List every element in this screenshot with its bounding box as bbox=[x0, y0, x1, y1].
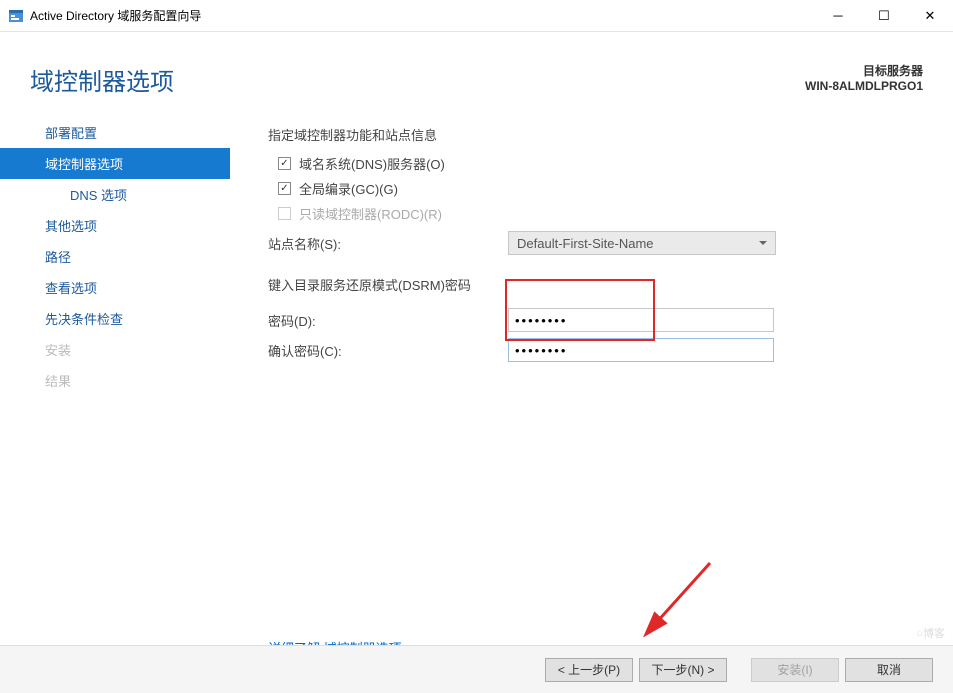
checkbox-rodc-label: 只读域控制器(RODC)(R) bbox=[299, 204, 442, 223]
page-title: 域控制器选项 bbox=[30, 62, 174, 97]
target-server-name: WIN-8ALMDLPRGO1 bbox=[805, 79, 923, 93]
window-title: Active Directory 域服务配置向导 bbox=[30, 7, 201, 24]
site-name-value: Default-First-Site-Name bbox=[517, 236, 654, 251]
step-prerequisites-check[interactable]: 先决条件检查 bbox=[0, 303, 230, 334]
minimize-button[interactable]: ─ bbox=[815, 0, 861, 32]
header: 域控制器选项 目标服务器 WIN-8ALMDLPRGO1 bbox=[0, 32, 953, 107]
titlebar: Active Directory 域服务配置向导 ─ ☐ ✕ bbox=[0, 0, 953, 32]
install-button: 安装(I) bbox=[751, 658, 839, 682]
close-button[interactable]: ✕ bbox=[907, 0, 953, 32]
step-paths[interactable]: 路径 bbox=[0, 241, 230, 272]
previous-button[interactable]: < 上一步(P) bbox=[545, 658, 633, 682]
step-dc-options[interactable]: 域控制器选项 bbox=[0, 148, 230, 179]
cancel-button[interactable]: 取消 bbox=[845, 658, 933, 682]
target-server-label: 目标服务器 bbox=[805, 62, 923, 79]
maximize-button[interactable]: ☐ bbox=[861, 0, 907, 32]
checkbox-gc[interactable] bbox=[278, 182, 291, 195]
step-results: 结果 bbox=[0, 365, 230, 396]
checkbox-gc-label: 全局编录(GC)(G) bbox=[299, 179, 398, 198]
step-review-options[interactable]: 查看选项 bbox=[0, 272, 230, 303]
dsrm-label: 键入目录服务还原模式(DSRM)密码 bbox=[268, 275, 913, 294]
checkbox-dns[interactable] bbox=[278, 157, 291, 170]
confirm-password-label: 确认密码(C): bbox=[268, 341, 508, 360]
site-name-label: 站点名称(S): bbox=[268, 234, 508, 253]
checkbox-row-dns[interactable]: 域名系统(DNS)服务器(O) bbox=[268, 154, 913, 173]
wizard-steps-sidebar: 部署配置 域控制器选项 DNS 选项 其他选项 路径 查看选项 先决条件检查 安… bbox=[0, 107, 230, 669]
site-name-select[interactable]: Default-First-Site-Name bbox=[508, 231, 776, 255]
main-content: 指定域控制器功能和站点信息 域名系统(DNS)服务器(O) 全局编录(GC)(G… bbox=[230, 107, 953, 669]
step-install: 安装 bbox=[0, 334, 230, 365]
next-button[interactable]: 下一步(N) > bbox=[639, 658, 727, 682]
app-icon bbox=[8, 8, 24, 24]
checkbox-dns-label: 域名系统(DNS)服务器(O) bbox=[299, 154, 445, 173]
checkbox-row-rodc: 只读域控制器(RODC)(R) bbox=[268, 204, 913, 223]
capabilities-label: 指定域控制器功能和站点信息 bbox=[268, 125, 913, 144]
password-input[interactable] bbox=[508, 308, 774, 332]
footer: < 上一步(P) 下一步(N) > 安装(I) 取消 bbox=[0, 645, 953, 693]
step-deployment-config[interactable]: 部署配置 bbox=[0, 117, 230, 148]
step-other-options[interactable]: 其他选项 bbox=[0, 210, 230, 241]
watermark: ○博客 bbox=[916, 625, 945, 641]
step-dns-options[interactable]: DNS 选项 bbox=[0, 179, 230, 210]
target-info: 目标服务器 WIN-8ALMDLPRGO1 bbox=[805, 62, 923, 93]
confirm-password-input[interactable] bbox=[508, 338, 774, 362]
checkbox-rodc bbox=[278, 207, 291, 220]
checkbox-row-gc[interactable]: 全局编录(GC)(G) bbox=[268, 179, 913, 198]
password-label: 密码(D): bbox=[268, 311, 508, 330]
window-controls: ─ ☐ ✕ bbox=[815, 0, 953, 32]
